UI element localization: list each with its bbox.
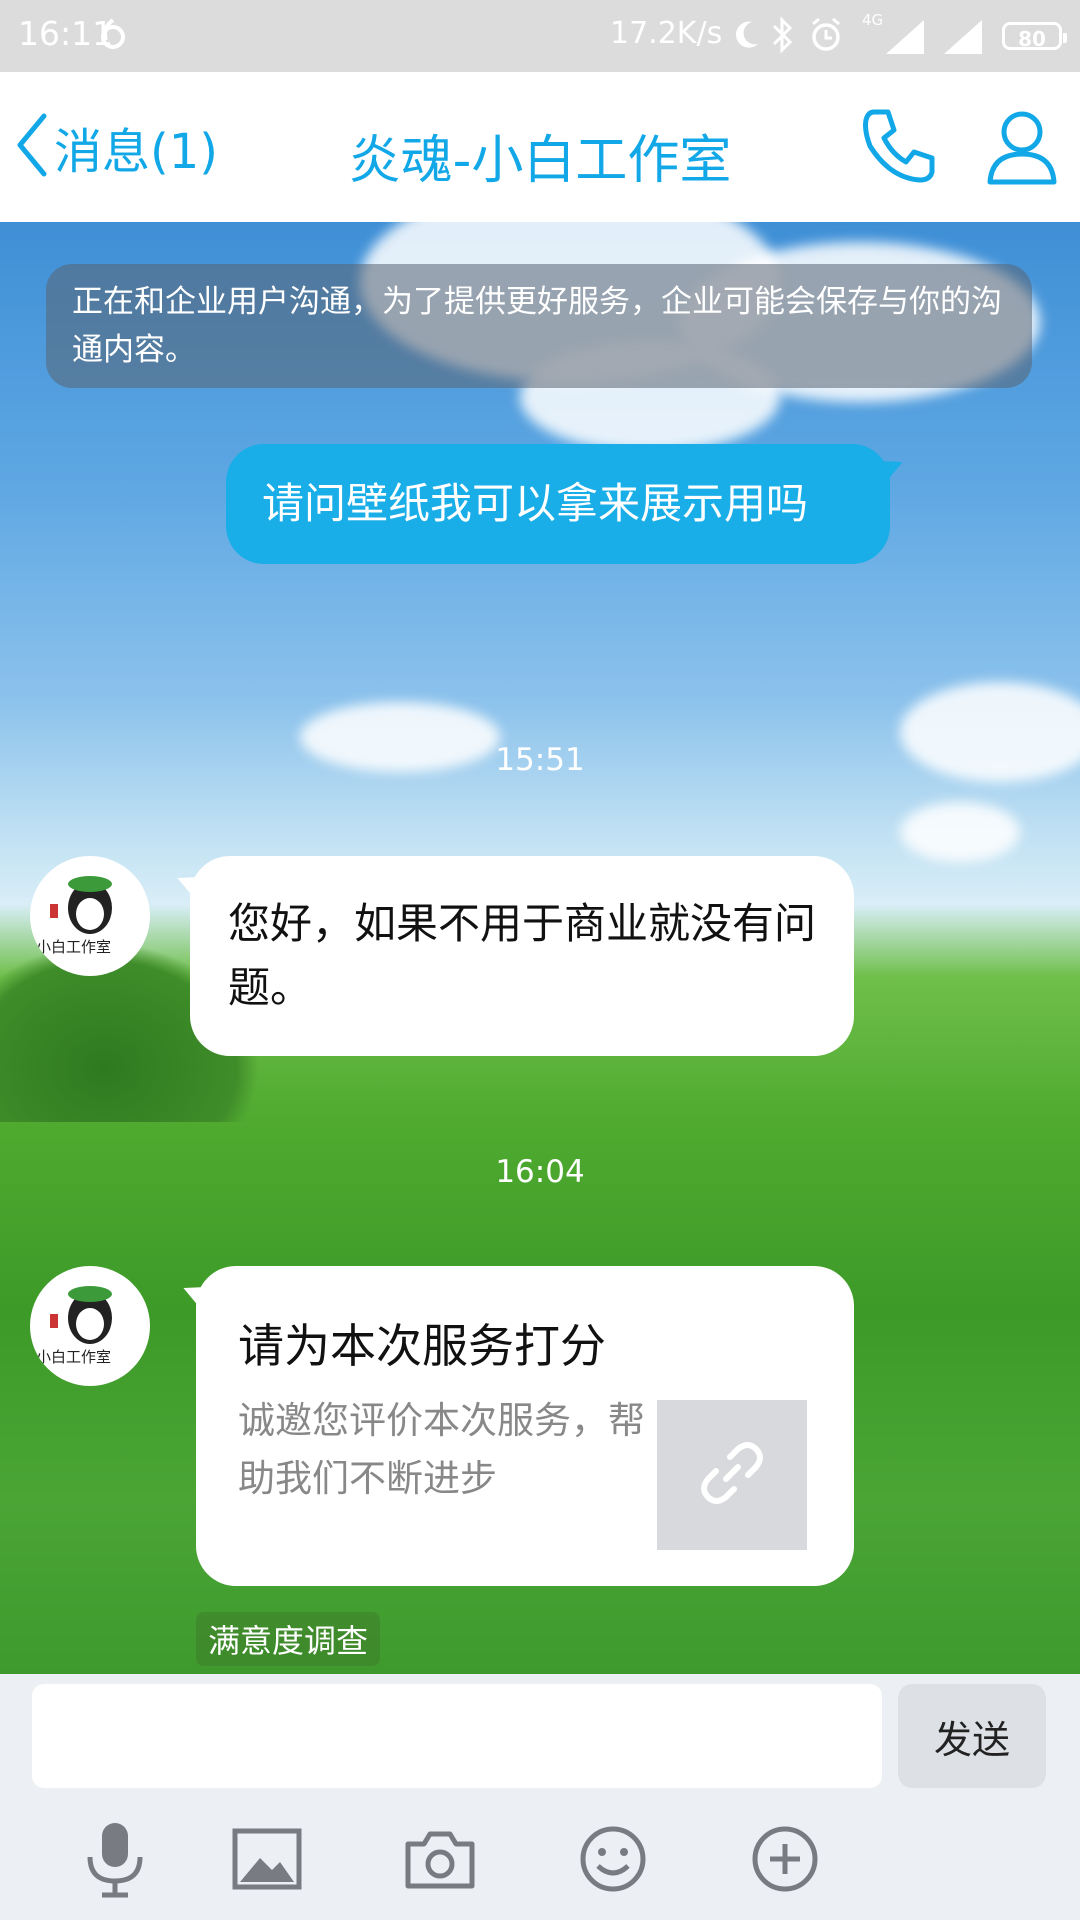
- card-title: 请为本次服务打分: [238, 1319, 606, 1373]
- avatar-label: 小白工作室: [36, 938, 112, 956]
- avatar[interactable]: 小白工作室: [30, 856, 150, 976]
- message-bubble-sent[interactable]: 请问壁纸我可以拿来展示用吗: [226, 444, 890, 564]
- signal-icon-2: [942, 10, 984, 64]
- message-input[interactable]: [32, 1684, 882, 1788]
- profile-icon[interactable]: [984, 106, 1060, 190]
- emoji-icon[interactable]: [568, 1814, 658, 1904]
- microphone-icon[interactable]: [70, 1814, 160, 1904]
- message-timestamp: 15:51: [495, 742, 585, 778]
- message-timestamp: 16:04: [495, 1154, 585, 1190]
- avatar[interactable]: 小白工作室: [30, 1266, 150, 1386]
- avatar-label: 小白工作室: [36, 1348, 112, 1366]
- privacy-notice: 正在和企业用户沟通，为了提供更好服务，企业可能会保存与你的沟通内容。: [46, 264, 1032, 388]
- message-bubble-received[interactable]: 您好，如果不用于商业就没有问题。: [190, 856, 854, 1056]
- card-description: 诚邀您评价本次服务，帮助我们不断进步: [238, 1399, 645, 1500]
- image-icon[interactable]: [222, 1814, 312, 1904]
- link-thumbnail: [657, 1400, 807, 1550]
- link-icon: [692, 1433, 772, 1517]
- camera-icon[interactable]: [395, 1814, 485, 1904]
- notification-icon: [98, 10, 128, 64]
- plus-icon[interactable]: [740, 1814, 830, 1904]
- chat-header: 消息(1) 炎魂-小白工作室: [0, 72, 1080, 222]
- bluetooth-icon: [768, 10, 796, 64]
- message-composer: 发送: [0, 1674, 1080, 1920]
- signal-icon: [884, 10, 926, 64]
- network-type: 4G: [862, 11, 884, 29]
- rating-card[interactable]: 请为本次服务打分 诚邀您评价本次服务，帮助我们不断进步: [196, 1266, 854, 1586]
- card-source-label: 满意度调查: [196, 1612, 381, 1666]
- alarm-icon: [808, 10, 844, 64]
- network-speed: 17.2K/s: [610, 16, 723, 51]
- battery-indicator: 80: [1002, 22, 1067, 51]
- chat-area[interactable]: 正在和企业用户沟通，为了提供更好服务，企业可能会保存与你的沟通内容。 请问壁纸我…: [0, 222, 1080, 1674]
- send-button[interactable]: 发送: [898, 1684, 1046, 1788]
- moon-icon: [732, 10, 762, 64]
- phone-icon[interactable]: [860, 106, 938, 190]
- status-bar: 16:11 17.2K/s 4G 80: [0, 0, 1080, 72]
